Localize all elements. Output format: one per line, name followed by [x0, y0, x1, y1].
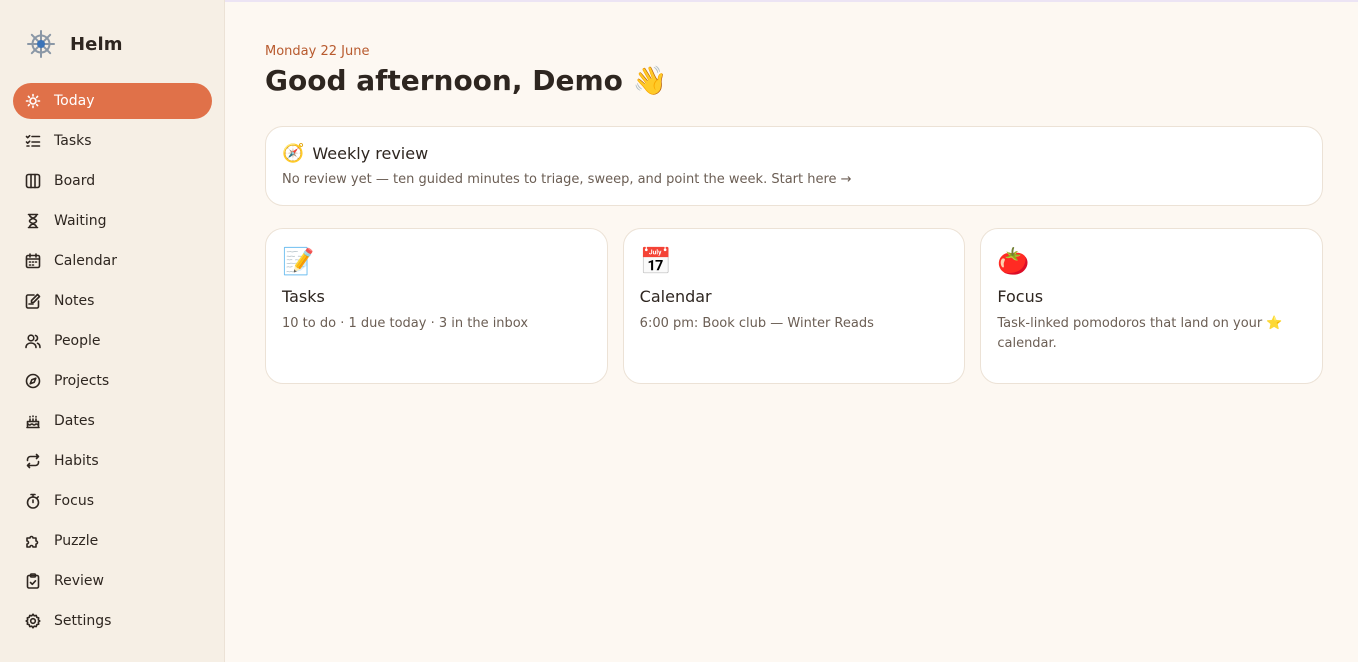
brand[interactable]: Helm	[26, 29, 123, 59]
sidebar-item-label: Focus	[54, 493, 94, 509]
sidebar-item-notes[interactable]: Notes	[13, 283, 212, 319]
sidebar-item-focus[interactable]: Focus	[13, 483, 212, 519]
sidebar-item-dates[interactable]: Dates	[13, 403, 212, 439]
sidebar-item-people[interactable]: People	[13, 323, 212, 359]
card-title: Focus	[997, 287, 1044, 306]
checklist-icon	[25, 133, 41, 149]
cake-icon	[25, 413, 41, 429]
sun-icon	[25, 93, 41, 109]
helm-logo-icon	[26, 29, 56, 59]
card-text: Task-linked pomodoros that land on your …	[997, 316, 1283, 351]
people-icon	[25, 333, 41, 349]
card-text: 10 to do · 1 due today · 3 in the inbox	[282, 316, 529, 331]
sidebar-item-label: Board	[54, 173, 96, 189]
sidebar-item-label: People	[54, 333, 101, 349]
clipboard-check-icon	[25, 573, 41, 589]
card-title: Calendar	[639, 287, 712, 306]
sidebar-item-puzzle[interactable]: Puzzle	[13, 523, 212, 559]
sidebar-item-waiting[interactable]: Waiting	[13, 203, 212, 239]
sidebar-item-tasks[interactable]: Tasks	[13, 123, 212, 159]
calendar-emoji-icon: 📅	[639, 247, 673, 277]
sidebar-item-today[interactable]: Today	[13, 83, 212, 119]
sidebar-item-label: Notes	[54, 293, 95, 309]
sidebar-item-label: Projects	[54, 373, 110, 389]
sidebar-item-projects[interactable]: Projects	[13, 363, 212, 399]
gear-icon	[25, 613, 41, 629]
sidebar-item-review[interactable]: Review	[13, 563, 212, 599]
sidebar-item-calendar[interactable]: Calendar	[13, 243, 212, 279]
hourglass-icon	[25, 213, 41, 229]
tasks-card[interactable]: 📝 Tasks 10 to do · 1 due today · 3 in th…	[265, 228, 608, 384]
calendar-icon	[25, 253, 41, 269]
sidebar-item-board[interactable]: Board	[13, 163, 212, 199]
sidebar-item-label: Review	[54, 573, 104, 589]
sidebar-item-settings[interactable]: Settings	[13, 603, 212, 639]
sidebar-nav: Today Tasks Board Waiting Calendar Notes…	[13, 83, 212, 643]
calendar-card[interactable]: 📅 Calendar 6:00 pm: Book club — Winter R…	[622, 228, 966, 384]
repeat-icon	[25, 453, 41, 469]
sidebar-item-label: Dates	[54, 413, 95, 429]
weekly-review-text: No review yet — ten guided minutes to tr…	[282, 172, 852, 187]
sidebar-item-label: Puzzle	[54, 533, 99, 549]
puzzle-icon	[25, 533, 41, 549]
sidebar-item-label: Today	[54, 93, 95, 109]
sidebar-item-label: Calendar	[54, 253, 117, 269]
sidebar: Helm Today Tasks Board Waiting Calendar …	[0, 0, 225, 662]
app-name: Helm	[70, 33, 123, 55]
weekly-review-card[interactable]: 🧭 Weekly review No review yet — ten guid…	[265, 126, 1323, 206]
sidebar-item-label: Settings	[54, 613, 112, 629]
focus-card[interactable]: 🍅 Focus Task-linked pomodoros that land …	[980, 228, 1324, 384]
memo-emoji-icon: 📝	[282, 247, 315, 277]
card-title: Tasks	[282, 287, 325, 306]
note-edit-icon	[25, 293, 41, 309]
compass-icon	[25, 373, 41, 389]
sidebar-item-label: Waiting	[54, 213, 107, 229]
weekly-review-header: 🧭 Weekly review	[282, 143, 1306, 164]
current-date: Monday 22 June	[265, 44, 370, 59]
weekly-review-title: Weekly review	[312, 144, 429, 163]
sidebar-item-habits[interactable]: Habits	[13, 443, 212, 479]
sidebar-item-label: Tasks	[54, 133, 92, 149]
page-title: Good afternoon, Demo 👋	[265, 64, 668, 97]
tomato-emoji-icon: 🍅	[997, 247, 1030, 277]
stopwatch-icon	[25, 493, 41, 509]
columns-icon	[25, 173, 41, 189]
sidebar-item-label: Habits	[54, 453, 99, 469]
card-text: 6:00 pm: Book club — Winter Reads	[639, 316, 874, 331]
summary-cards: 📝 Tasks 10 to do · 1 due today · 3 in th…	[265, 228, 1324, 384]
compass-emoji-icon: 🧭	[282, 143, 305, 164]
